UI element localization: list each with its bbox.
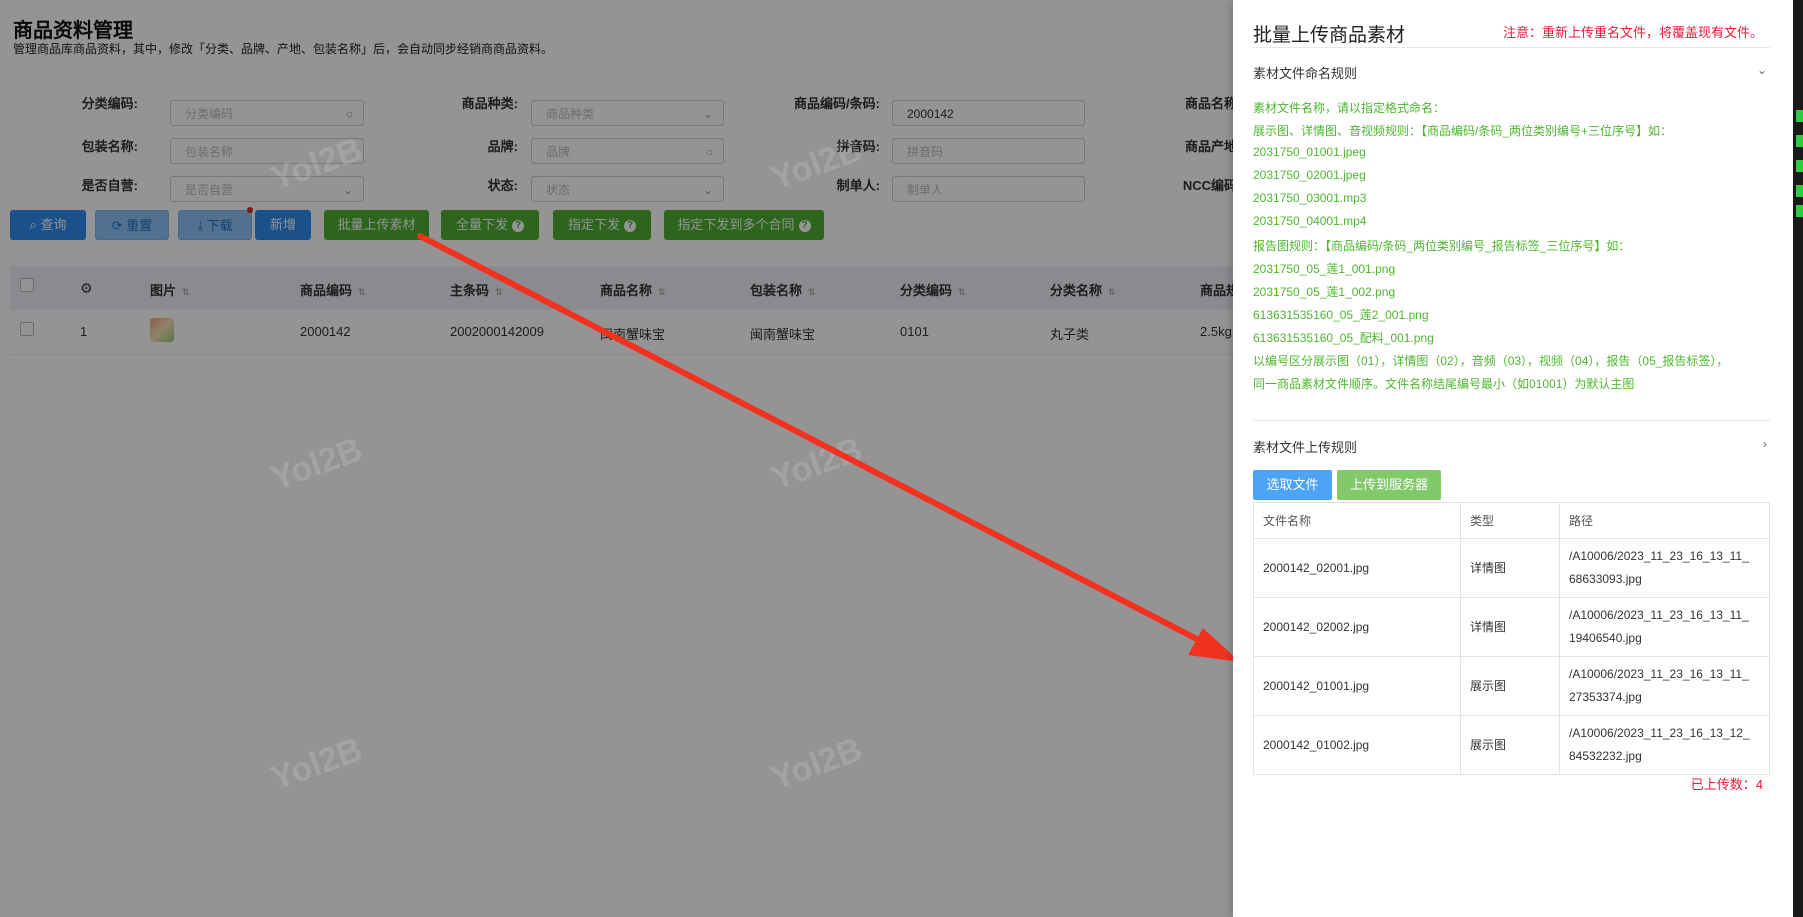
file-path: /A10006/2023_11_23_16_13_12_ 84532232.jpg — [1559, 715, 1770, 775]
naming-rule-line: 2031750_05_莲1_002.png — [1253, 285, 1396, 299]
file-path-line: 27353374.jpg — [1569, 690, 1642, 704]
uploaded-files-table: 文件名称 类型 路径 2000142_02001.jpg 详情图 /A10006… — [1253, 502, 1770, 775]
upload-rules-header[interactable]: 素材文件上传规则 — [1253, 437, 1357, 456]
file-path: /A10006/2023_11_23_16_13_11_ 19406540.jpg — [1559, 597, 1770, 657]
naming-rule-line: 613631535160_05_莲2_001.png — [1253, 308, 1429, 322]
batch-upload-drawer: 批量上传商品素材 注意：重新上传重名文件，将覆盖现有文件。 素材文件命名规则 ⌄… — [1233, 0, 1793, 917]
file-name: 2000142_02002.jpg — [1253, 597, 1461, 657]
file-type: 详情图 — [1460, 538, 1560, 598]
naming-rule-line: 报告图规则：【商品编码/条码_两位类别编号_报告标签_三位序号】如： — [1253, 239, 1631, 253]
naming-rule-line: 展示图、详情图、音视频规则：【商品编码/条码_两位类别编号+三位序号】如： — [1253, 124, 1673, 138]
select-file-button[interactable]: 选取文件 — [1253, 470, 1332, 500]
naming-rule-line: 2031750_05_莲1_001.png — [1253, 262, 1396, 276]
file-row: 2000142_02002.jpg 详情图 /A10006/2023_11_23… — [1253, 597, 1770, 657]
file-type: 详情图 — [1460, 597, 1560, 657]
naming-rule-line: 2031750_04001.mp4 — [1253, 214, 1367, 228]
naming-rules-header[interactable]: 素材文件命名规则 — [1253, 63, 1357, 82]
file-type-header: 类型 — [1460, 502, 1560, 539]
file-name: 2000142_02001.jpg — [1253, 538, 1461, 598]
overwrite-notice: 注意：重新上传重名文件，将覆盖现有文件。 — [1502, 25, 1763, 40]
file-row: 2000142_02001.jpg 详情图 /A10006/2023_11_23… — [1253, 538, 1770, 598]
file-row: 2000142_01002.jpg 展示图 /A10006/2023_11_23… — [1253, 715, 1770, 775]
naming-rule-line: 以编号区分展示图（01），详情图（02），音频（03），视频（04），报告（05… — [1253, 354, 1729, 368]
upload-to-server-button[interactable]: 上传到服务器 — [1337, 470, 1441, 500]
divider — [1253, 420, 1770, 421]
file-path-line: 68633093.jpg — [1569, 572, 1642, 586]
status-marker — [1796, 135, 1803, 147]
file-name: 2000142_01001.jpg — [1253, 656, 1461, 716]
file-name-header: 文件名称 — [1253, 502, 1461, 539]
naming-rule-line: 同一商品素材文件顺序。文件名称结尾编号最小（如01001）为默认主图 — [1253, 377, 1635, 391]
file-table-header-row: 文件名称 类型 路径 — [1253, 502, 1770, 539]
status-marker — [1796, 205, 1803, 217]
file-path-header: 路径 — [1559, 502, 1770, 539]
naming-rule-line: 2031750_02001.jpeg — [1253, 168, 1366, 182]
file-path-line: /A10006/2023_11_23_16_13_12_ — [1569, 726, 1750, 740]
chevron-right-icon[interactable]: › — [1763, 437, 1767, 451]
status-marker — [1796, 185, 1803, 197]
product-management-page: 商品资料管理 管理商品库商品资料，其中，修改「分类、品牌、产地、包装名称」后，会… — [0, 0, 1803, 917]
file-type: 展示图 — [1460, 715, 1560, 775]
uploaded-count: 已上传数：4 — [1690, 777, 1763, 792]
file-path-line: /A10006/2023_11_23_16_13_11_ — [1569, 549, 1749, 563]
naming-rule-line: 素材文件名称，请以指定格式命名： — [1253, 101, 1446, 115]
naming-rule-line: 2031750_03001.mp3 — [1253, 191, 1367, 205]
divider — [1253, 47, 1770, 48]
file-name: 2000142_01002.jpg — [1253, 715, 1461, 775]
file-path-line: /A10006/2023_11_23_16_13_11_ — [1569, 667, 1749, 681]
chevron-down-icon[interactable]: ⌄ — [1757, 63, 1767, 77]
file-path-line: /A10006/2023_11_23_16_13_11_ — [1569, 608, 1749, 622]
file-path: /A10006/2023_11_23_16_13_11_ 68633093.jpg — [1559, 538, 1770, 598]
status-marker — [1796, 160, 1803, 172]
drawer-title: 批量上传商品素材 — [1253, 25, 1406, 46]
status-marker — [1796, 110, 1803, 122]
naming-rule-line: 613631535160_05_配料_001.png — [1253, 331, 1434, 345]
file-path: /A10006/2023_11_23_16_13_11_ 27353374.jpg — [1559, 656, 1770, 716]
file-path-line: 84532232.jpg — [1569, 749, 1642, 763]
file-path-line: 19406540.jpg — [1569, 631, 1642, 645]
file-type: 展示图 — [1460, 656, 1560, 716]
naming-rule-line: 2031750_01001.jpeg — [1253, 145, 1366, 159]
file-row: 2000142_01001.jpg 展示图 /A10006/2023_11_23… — [1253, 656, 1770, 716]
